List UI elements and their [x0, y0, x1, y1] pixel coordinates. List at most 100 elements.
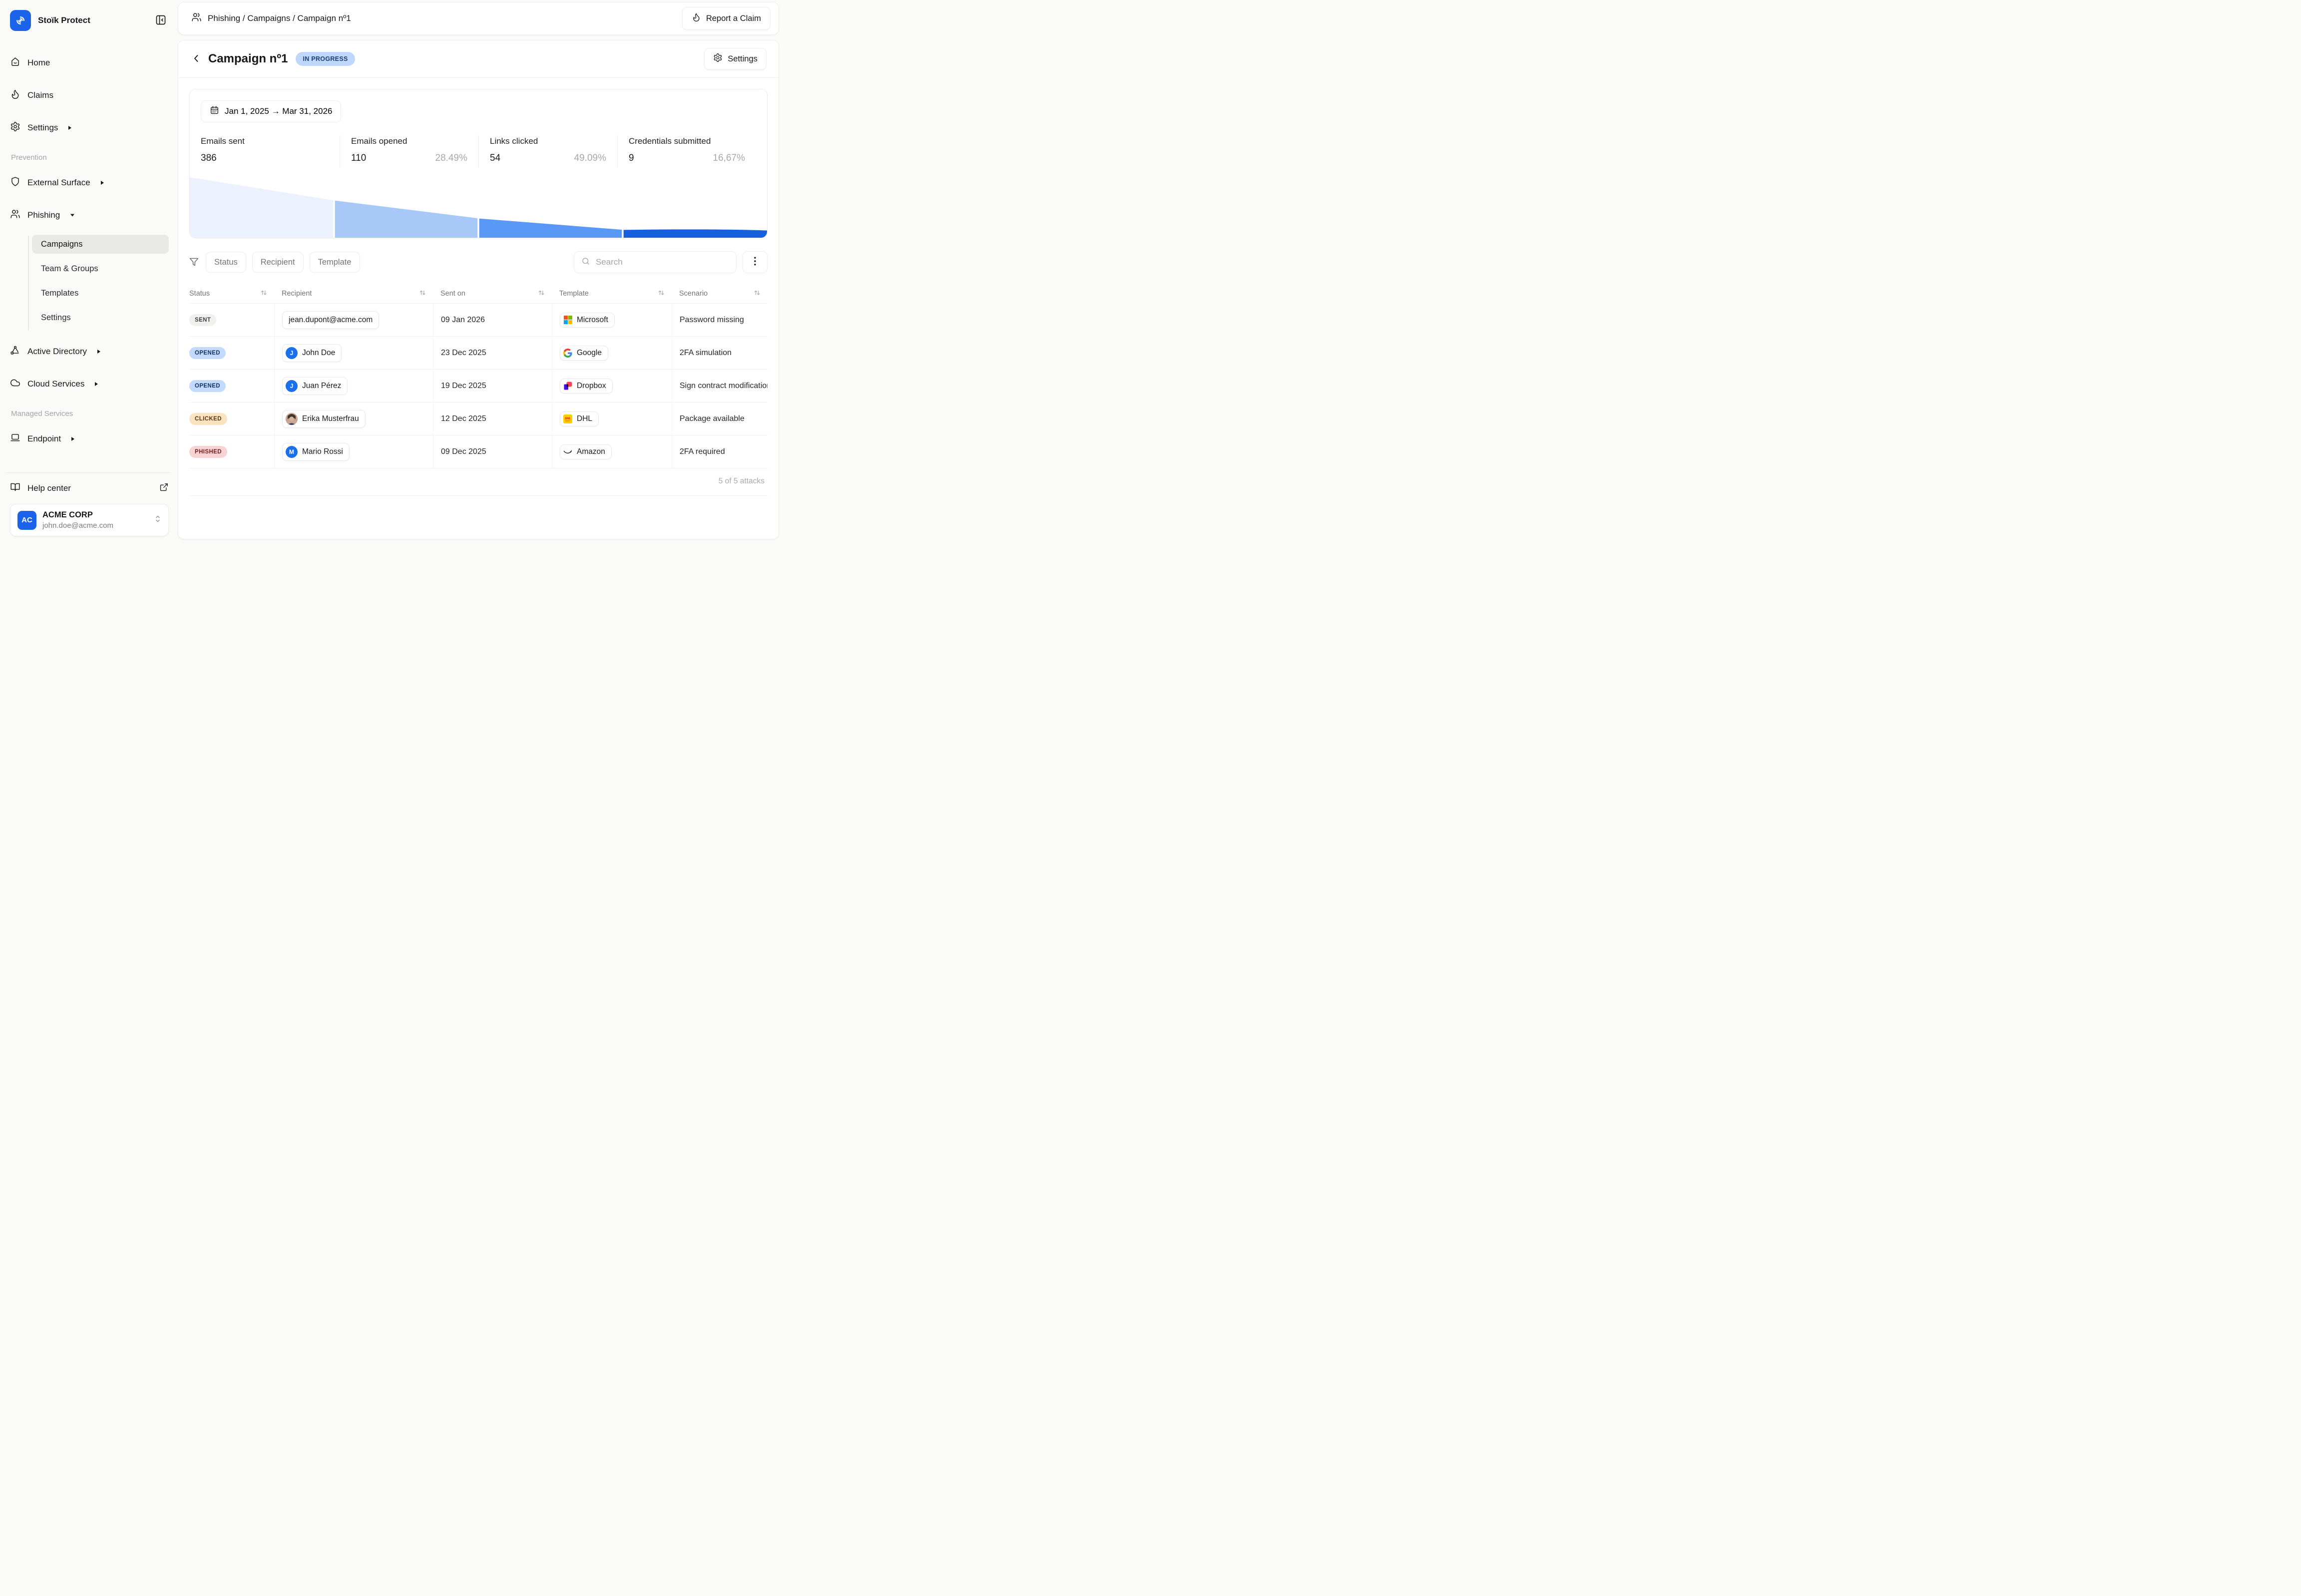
stats-row: Emails sent 386 Emails opened 11028.49% … [201, 135, 756, 168]
template-chip[interactable]: Google [560, 346, 608, 361]
gear-icon [10, 121, 20, 134]
recipient-label: John Doe [302, 349, 335, 358]
filter-status-button[interactable]: Status [206, 252, 246, 273]
stat-links-clicked: Links clicked 5449.09% [478, 135, 617, 168]
recipient-cell: MMario Rossi [274, 435, 433, 468]
stat-label: Emails sent [201, 136, 329, 146]
app-root: Stoïk Protect Home Claims Settings Preve… [0, 0, 783, 543]
campaign-body: Jan 1, 2025 → Mar 31, 2026 Emails sent 3… [178, 78, 778, 539]
sidebar-item-label: Phishing [27, 210, 60, 220]
sidebar-header: Stoïk Protect [10, 10, 169, 31]
column-label: Sent on [440, 290, 465, 298]
overview-top: Jan 1, 2025 → Mar 31, 2026 Emails sent 3… [190, 89, 767, 168]
sidebar-item-settings[interactable]: Settings [10, 118, 169, 138]
filter-recipient-button[interactable]: Recipient [252, 252, 304, 273]
recipient-label: jean.dupont@acme.com [289, 316, 373, 325]
network-icon [10, 345, 20, 358]
table-row[interactable]: PHISHED MMario Rossi 09 Dec 2025 Amazon … [189, 435, 767, 468]
back-button[interactable] [190, 52, 202, 66]
report-claim-label: Report a Claim [706, 14, 761, 23]
sort-icon[interactable] [754, 289, 761, 298]
sidebar-item-phishing[interactable]: Phishing [10, 205, 169, 225]
recipient-chip[interactable]: jean.dupont@acme.com [282, 311, 379, 329]
column-header-status[interactable]: Status [189, 284, 274, 303]
stoik-logo [10, 10, 31, 31]
column-header-template[interactable]: Template [552, 284, 672, 303]
table-header-row: Status Recipient Sent on Template Scenar… [189, 284, 767, 303]
sidebar-item-label: Cloud Services [27, 379, 84, 389]
org-avatar: AC [17, 511, 36, 530]
status-badge-phished: PHISHED [189, 446, 227, 458]
avatar: J [286, 380, 298, 392]
chevron-left-icon [192, 54, 200, 64]
stat-label: Credentials submitted [629, 136, 745, 146]
column-header-sent-on[interactable]: Sent on [433, 284, 552, 303]
brand-name: Stoïk Protect [38, 15, 153, 25]
table-footer: 5 of 5 attacks [189, 468, 767, 496]
sidebar-item-home[interactable]: Home [10, 53, 169, 73]
table-row[interactable]: CLICKED Erika Musterfrau 12 Dec 2025 DHL… [189, 402, 767, 435]
recipient-chip[interactable]: J John Doe [282, 344, 342, 362]
template-chip[interactable]: Microsoft [560, 313, 615, 328]
avatar: J [286, 347, 298, 359]
chevron-down-icon [70, 213, 75, 217]
sidebar-item-active-directory[interactable]: Active Directory [10, 342, 169, 362]
column-header-scenario[interactable]: Scenario [672, 284, 767, 303]
template-chip[interactable]: Amazon [560, 444, 612, 459]
sidebar-item-endpoint[interactable]: Endpoint [10, 429, 169, 449]
attack-count: 5 of 5 attacks [719, 477, 765, 485]
column-header-recipient[interactable]: Recipient [274, 284, 433, 303]
table-row[interactable]: OPENED JJohn Doe 23 Dec 2025 Google 2FA … [189, 336, 767, 369]
table-row[interactable]: OPENED JJuan Pérez 19 Dec 2025 Dropbox S… [189, 369, 767, 402]
submenu-item-settings[interactable]: Settings [32, 308, 169, 327]
sidebar-collapse-button[interactable] [153, 12, 169, 29]
avatar: M [286, 446, 298, 458]
status-cell: OPENED [189, 370, 274, 402]
template-label: Dropbox [577, 382, 606, 391]
template-label: Microsoft [577, 316, 608, 325]
org-name: ACME CORP [42, 510, 148, 520]
submenu-item-templates[interactable]: Templates [32, 284, 169, 303]
sidebar-item-external-surface[interactable]: External Surface [10, 173, 169, 193]
submenu-item-team-groups[interactable]: Team & Groups [32, 259, 169, 278]
section-label-prevention: Prevention [11, 153, 169, 162]
breadcrumb-text: Phishing / Campaigns / Campaign nº1 [208, 13, 351, 23]
sort-icon[interactable] [538, 289, 545, 298]
filter-template-button[interactable]: Template [310, 252, 360, 273]
sent-on-cell: 09 Dec 2025 [433, 435, 552, 468]
stat-credentials-submitted: Credentials submitted 916,67% [617, 135, 756, 168]
dropbox-logo-chip[interactable]: Dropbox [560, 379, 613, 394]
recipient-chip[interactable]: JJuan Pérez [282, 377, 348, 395]
sort-icon[interactable] [260, 289, 267, 298]
template-chip[interactable]: DHLExpressDHL [560, 411, 599, 426]
sidebar-item-help-center[interactable]: Help center [10, 482, 169, 495]
recipient-cell: jean.dupont@acme.com [274, 304, 433, 336]
sidebar-item-label: External Surface [27, 178, 90, 188]
filter-row: Status Recipient Template [189, 251, 767, 273]
campaign-settings-button[interactable]: Settings [704, 48, 767, 70]
breadcrumb[interactable]: Phishing / Campaigns / Campaign nº1 [191, 12, 682, 25]
stat-emails-sent: Emails sent 386 [201, 135, 340, 168]
report-claim-button[interactable]: Report a Claim [682, 7, 770, 30]
table-row[interactable]: SENT jean.dupont@acme.com 09 Jan 2026 Mi… [189, 303, 767, 336]
sort-icon[interactable] [658, 289, 665, 298]
recipient-chip[interactable]: Erika Musterfrau [282, 410, 366, 428]
date-range-picker[interactable]: Jan 1, 2025 → Mar 31, 2026 [201, 100, 341, 122]
submenu-item-campaigns[interactable]: Campaigns [32, 235, 169, 254]
sidebar-item-label: Endpoint [27, 434, 61, 444]
overview-card: Jan 1, 2025 → Mar 31, 2026 Emails sent 3… [189, 89, 767, 238]
cloud-icon [10, 378, 20, 391]
sidebar-item-cloud-services[interactable]: Cloud Services [10, 374, 169, 394]
stat-percent: 49.09% [574, 153, 606, 164]
template-cell: DHLExpressDHL [552, 402, 672, 435]
stat-percent: 28.49% [435, 153, 467, 164]
sort-icon[interactable] [419, 289, 426, 298]
stat-value: 386 [201, 153, 217, 164]
search-icon [581, 257, 590, 268]
status-cell: OPENED [189, 337, 274, 369]
org-switcher[interactable]: AC ACME CORP john.doe@acme.com [10, 504, 169, 536]
search-input[interactable] [596, 257, 729, 267]
recipient-chip[interactable]: MMario Rossi [282, 443, 350, 461]
sidebar-item-claims[interactable]: Claims [10, 85, 169, 105]
more-options-button[interactable] [743, 251, 767, 273]
